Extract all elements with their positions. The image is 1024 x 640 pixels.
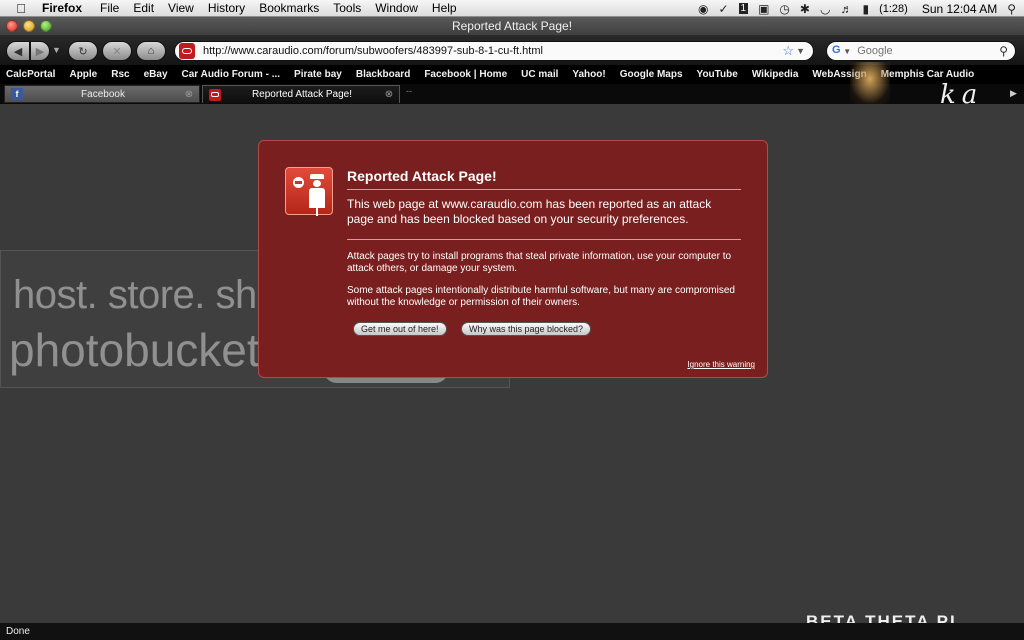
forward-button[interactable]: ▶ bbox=[30, 41, 50, 61]
bookmark-ebay[interactable]: eBay bbox=[144, 69, 168, 80]
theme-brush-art bbox=[850, 62, 890, 104]
mac-menu-bar:  Firefox File Edit View History Bookmar… bbox=[0, 0, 1024, 17]
get-me-out-button[interactable]: Get me out of here! bbox=[353, 322, 447, 336]
error-long-description-2: Some attack pages intentionally distribu… bbox=[347, 285, 735, 308]
history-dropdown-icon[interactable]: ▼ bbox=[52, 45, 61, 55]
bookmark-blackboard[interactable]: Blackboard bbox=[356, 69, 410, 80]
battery-icon[interactable]: ▮ bbox=[862, 2, 869, 16]
navigation-toolbar: ◀ ▶ ▼ ↻ ✕ ⌂ http://www.caraudio.com/foru… bbox=[0, 35, 1024, 65]
menu-extras: ◉ ✓ 1 ▣ ◷ ✱ ◡ ♬ ▮ (1:28) Sun 12:04 AM ⚲ bbox=[698, 0, 1016, 16]
blocked-site-icon bbox=[179, 43, 195, 59]
one-icon[interactable]: 1 bbox=[738, 3, 749, 14]
menu-help[interactable]: Help bbox=[432, 1, 457, 15]
bookmark-pirate-bay[interactable]: Pirate bay bbox=[294, 69, 342, 80]
home-button[interactable]: ⌂ bbox=[136, 41, 166, 61]
theme-script-art: ka bbox=[940, 80, 984, 104]
error-short-description: This web page at www.caraudio.com has be… bbox=[347, 197, 741, 240]
tab-label: Facebook bbox=[81, 88, 125, 100]
tab-label: Reported Attack Page! bbox=[251, 89, 353, 100]
back-button[interactable]: ◀ bbox=[6, 41, 30, 61]
menu-history[interactable]: History bbox=[208, 1, 245, 15]
reload-icon: ↻ bbox=[78, 45, 88, 58]
bluetooth-icon[interactable]: ✱ bbox=[800, 2, 810, 16]
theme-footer-art: BETA THETA PI bbox=[806, 614, 957, 623]
home-icon: ⌂ bbox=[147, 45, 155, 57]
facebook-favicon-icon: f bbox=[11, 88, 23, 100]
bookmark-google-maps[interactable]: Google Maps bbox=[620, 69, 683, 80]
zoom-window-button[interactable] bbox=[40, 20, 52, 32]
stop-icon: ✕ bbox=[112, 45, 122, 58]
battery-time: (1:28) bbox=[879, 2, 908, 15]
status-bar: Done bbox=[0, 623, 1024, 640]
menu-bookmarks[interactable]: Bookmarks bbox=[259, 1, 319, 15]
spotlight-icon[interactable]: ⚲ bbox=[1007, 2, 1016, 16]
error-long-description: Attack pages try to install programs tha… bbox=[347, 251, 732, 274]
stop-button[interactable]: ✕ bbox=[102, 41, 132, 61]
url-text[interactable]: http://www.caraudio.com/forum/subwoofers… bbox=[203, 45, 782, 57]
bookmark-facebook-home[interactable]: Facebook | Home bbox=[424, 69, 507, 80]
bookmark-wikipedia[interactable]: Wikipedia bbox=[752, 69, 799, 80]
engine-dropdown-icon[interactable]: ▼ bbox=[843, 47, 851, 56]
menu-window[interactable]: Window bbox=[375, 1, 418, 15]
tab-reported-attack-page[interactable]: Reported Attack Page! ⊗ bbox=[202, 85, 400, 103]
search-bar: G ▼ ⚲ bbox=[826, 41, 1016, 61]
wifi-icon[interactable]: ◡ bbox=[820, 2, 830, 16]
status-text: Done bbox=[6, 626, 30, 637]
url-dropdown-icon[interactable]: ▼ bbox=[796, 46, 805, 56]
back-arrow-icon: ◀ bbox=[13, 45, 23, 58]
why-blocked-button[interactable]: Why was this page blocked? bbox=[461, 322, 592, 336]
menu-tools[interactable]: Tools bbox=[333, 1, 361, 15]
tab-facebook[interactable]: f Facebook ⊗ bbox=[4, 85, 200, 103]
bookmark-calcportal[interactable]: CalcPortal bbox=[6, 69, 55, 80]
window-title: Reported Attack Page! bbox=[451, 19, 573, 33]
minimize-window-button[interactable] bbox=[23, 20, 35, 32]
close-tab-icon[interactable]: ⊗ bbox=[183, 89, 195, 100]
new-tab-button[interactable]: -- bbox=[406, 86, 412, 96]
apple-menu-icon[interactable]:  bbox=[12, 1, 30, 16]
close-tab-icon[interactable]: ⊗ bbox=[383, 89, 395, 100]
attack-warning-box: Reported Attack Page! This web page at w… bbox=[258, 140, 768, 378]
theme-art: ka bbox=[820, 62, 1024, 104]
growl-icon[interactable]: ✓ bbox=[718, 2, 728, 16]
bookmark-apple[interactable]: Apple bbox=[69, 69, 97, 80]
window-controls bbox=[6, 20, 52, 32]
display-icon[interactable]: ▣ bbox=[758, 2, 769, 16]
ignore-warning-link[interactable]: Ignore this warning bbox=[687, 360, 755, 369]
blocked-site-favicon-icon bbox=[209, 88, 221, 101]
bookmark-rsc[interactable]: Rsc bbox=[111, 69, 129, 80]
police-warning-icon bbox=[285, 167, 333, 216]
tab-list-icon[interactable]: ▶ bbox=[1010, 88, 1020, 100]
menu-app-name[interactable]: Firefox bbox=[42, 1, 82, 15]
spotify-icon[interactable]: ◉ bbox=[698, 2, 708, 16]
menu-clock[interactable]: Sun 12:04 AM bbox=[922, 2, 997, 16]
menu-file[interactable]: File bbox=[100, 1, 119, 15]
url-bar[interactable]: http://www.caraudio.com/forum/subwoofers… bbox=[174, 41, 814, 61]
forward-arrow-icon: ▶ bbox=[35, 45, 45, 58]
error-title: Reported Attack Page! bbox=[347, 168, 741, 190]
reload-button[interactable]: ↻ bbox=[68, 41, 98, 61]
bookmark-yahoo[interactable]: Yahoo! bbox=[572, 69, 605, 80]
menu-view[interactable]: View bbox=[168, 1, 194, 15]
menu-edit[interactable]: Edit bbox=[133, 1, 154, 15]
search-input[interactable] bbox=[857, 45, 1000, 57]
google-engine-icon[interactable]: G bbox=[832, 44, 841, 58]
window-titlebar: Reported Attack Page! bbox=[0, 17, 1024, 35]
bookmark-car-audio-forum[interactable]: Car Audio Forum - ... bbox=[182, 69, 281, 80]
watermark-logo-text: photobucket bbox=[9, 324, 260, 376]
bookmark-uc-mail[interactable]: UC mail bbox=[521, 69, 558, 80]
bookmark-star-icon[interactable]: ☆ bbox=[782, 43, 794, 59]
close-window-button[interactable] bbox=[6, 20, 18, 32]
bookmark-youtube[interactable]: YouTube bbox=[697, 69, 738, 80]
time-machine-icon[interactable]: ◷ bbox=[779, 2, 789, 16]
search-icon[interactable]: ⚲ bbox=[999, 44, 1008, 58]
volume-icon[interactable]: ♬ bbox=[840, 2, 852, 16]
